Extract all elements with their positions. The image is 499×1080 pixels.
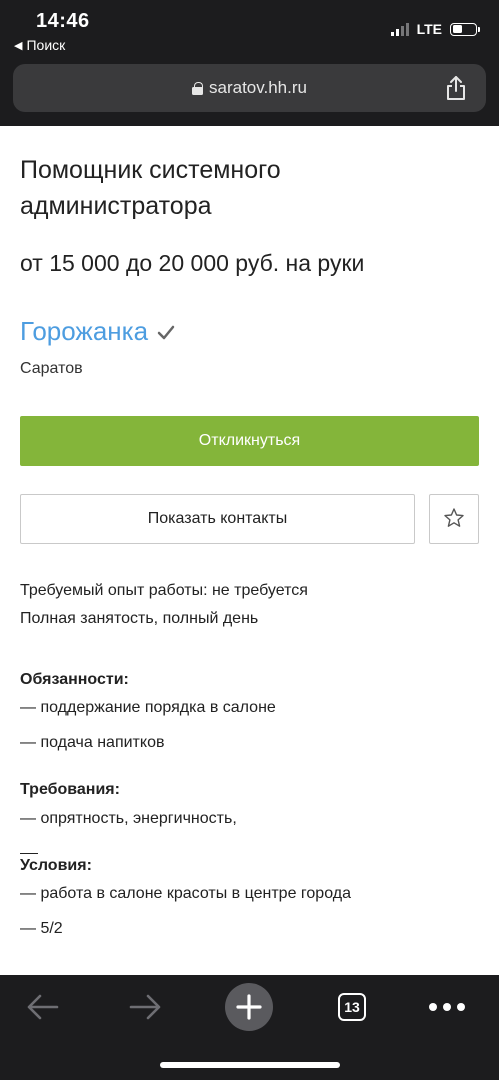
show-contacts-button[interactable]: Показать контакты [20, 494, 415, 544]
status-time: 14:46 [36, 10, 90, 32]
browser-top-chrome: 14:46 ◀ Поиск LTE saratov.hh.ru [0, 0, 499, 126]
list-item: — опрятность, энергичность, [20, 810, 237, 827]
back-app-label: Поиск [26, 37, 66, 53]
new-tab-button[interactable] [224, 981, 274, 1033]
city-text: Саратов [20, 360, 83, 377]
back-triangle-icon: ◀ [14, 39, 23, 52]
lock-icon [192, 81, 204, 95]
back-to-app-link[interactable]: ◀ Поиск [14, 37, 65, 53]
conditions-heading: Условия: [20, 857, 92, 874]
divider [20, 853, 38, 854]
status-indicators: LTE [390, 21, 480, 37]
more-button[interactable] [422, 987, 472, 1027]
salary-text: от 15 000 до 20 000 руб. на руки [20, 250, 365, 276]
tabs-button[interactable]: 13 [327, 987, 377, 1027]
tab-count: 13 [344, 999, 360, 1015]
more-icon [429, 1003, 465, 1011]
company-block: Горожанка [20, 316, 176, 347]
employment-text: Полная занятость, полный день [20, 610, 259, 627]
requirements-heading: Требования: [20, 781, 120, 798]
tabs-icon: 13 [338, 993, 366, 1021]
duties-heading: Обязанности: [20, 671, 129, 688]
verified-check-icon [156, 322, 176, 342]
favorite-button[interactable] [429, 494, 479, 544]
respond-button[interactable]: Откликнуться [20, 416, 479, 466]
back-arrow-icon[interactable] [18, 987, 68, 1027]
list-item: — 5/2 [20, 920, 63, 937]
job-title: Помощник системного администратора [20, 156, 281, 220]
list-item: — поддержание порядка в салоне [20, 699, 276, 716]
share-icon[interactable] [444, 75, 468, 101]
address-bar[interactable]: saratov.hh.ru [13, 64, 486, 112]
experience-text: Требуемый опыт работы: не требуется [20, 582, 308, 599]
list-item: — подача напитков [20, 734, 165, 751]
plus-icon [225, 983, 273, 1031]
star-icon [443, 507, 465, 532]
company-link[interactable]: Горожанка [20, 316, 148, 347]
battery-icon [450, 22, 480, 36]
list-item: — работа в салоне красоты в центре город… [20, 885, 351, 902]
network-label: LTE [416, 21, 442, 37]
url-text: saratov.hh.ru [209, 78, 307, 97]
forward-arrow-icon[interactable] [120, 987, 170, 1027]
home-indicator[interactable] [160, 1062, 340, 1068]
signal-icon [390, 22, 409, 36]
